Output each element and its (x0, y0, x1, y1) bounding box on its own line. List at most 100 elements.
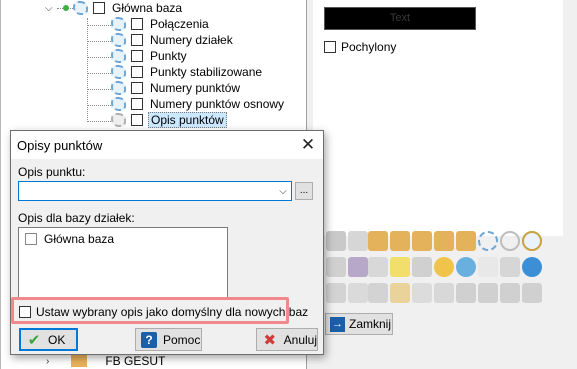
collapse-chevron-icon[interactable]: ⌵ (45, 3, 55, 14)
ok-button[interactable]: ✔ OK (19, 328, 78, 351)
tree-node-root-checkbox[interactable] (93, 2, 105, 14)
tree-node-fb-gesut[interactable]: › FB GESUT (46, 353, 165, 369)
tree-node-numery-punktow[interactable]: Numery punktów (111, 80, 242, 96)
close-icon[interactable]: ✕ (297, 134, 319, 156)
x-icon: ✖ (263, 331, 277, 349)
folder-move-icon[interactable] (434, 231, 454, 251)
tree-node-label: Numery punktów (150, 81, 241, 95)
layer-icon (111, 65, 126, 79)
point-desc-combobox[interactable]: ⌵ (18, 181, 292, 201)
cancel-button[interactable]: ✖ Anuluj (256, 328, 318, 351)
folder-icon (71, 355, 88, 367)
list-item-label: Główna baza (44, 232, 115, 246)
tree-node-checkbox[interactable] (131, 34, 143, 46)
tree-node-label: Numery działek (150, 33, 233, 47)
scissors-icon[interactable] (368, 257, 388, 277)
tree-node-numery-punktow-osnowy[interactable]: Numery punktów osnowy (111, 96, 286, 112)
help-label: Pomoc (163, 332, 201, 347)
tree-node-polaczenia[interactable]: Połączenia (111, 16, 211, 32)
exit-icon: → (330, 316, 345, 332)
help-button[interactable]: ? Pomoc (135, 328, 202, 351)
dialog-title: Opisy punktów (17, 137, 103, 153)
tree-node-label: FB GESUT (105, 354, 166, 368)
pie-chart-icon[interactable] (434, 257, 454, 277)
green-dot-icon (63, 5, 69, 11)
tree-node-punkty[interactable]: Punkty (111, 48, 189, 64)
zamknij-label: Zamknij (349, 317, 392, 331)
folder-edit-icon[interactable] (456, 231, 476, 251)
tree-node-punkty-stabilizowane[interactable]: Punkty stabilizowane (111, 64, 264, 80)
close-box-icon[interactable] (368, 283, 388, 303)
point-desc-label: Opis punktu: (18, 165, 86, 179)
upload-2-icon[interactable] (478, 283, 498, 303)
expand-chevron-icon[interactable]: › (46, 356, 49, 367)
pie-chart-2-icon[interactable] (456, 257, 476, 277)
magnifier-icon[interactable] (522, 231, 542, 251)
folder-icon[interactable] (368, 231, 388, 251)
tool-icon-grid (326, 229, 561, 307)
wrench-icon[interactable] (434, 283, 454, 303)
tree-node-opis-punktow[interactable]: Opis punktów (111, 112, 227, 128)
db-desc-label: Opis dla bazy działek: (18, 211, 135, 225)
tree-node-root[interactable]: ⌵ Główna baza (45, 0, 184, 16)
upload-3-icon[interactable] (500, 283, 520, 303)
default-checkbox-label: Ustaw wybrany opis jako domyślny dla now… (36, 305, 309, 319)
measure-icon[interactable] (326, 283, 346, 303)
browse-button[interactable]: ... (295, 182, 313, 200)
cancel-label: Anuluj (283, 332, 317, 347)
db-list: Główna baza (18, 227, 228, 305)
upload-icon[interactable] (456, 283, 476, 303)
tree-node-label: Numery punktów osnowy (150, 97, 285, 111)
line-tool-icon[interactable] (326, 231, 346, 251)
tree-node-checkbox[interactable] (131, 50, 143, 62)
grid-tool-icon[interactable] (326, 257, 346, 277)
upload-4-icon[interactable] (522, 283, 542, 303)
color-swatch-text: Text (389, 12, 411, 24)
list-item[interactable]: Główna baza (25, 232, 114, 246)
export-icon[interactable] (500, 257, 520, 277)
tree-node-checkbox[interactable] (131, 114, 143, 126)
tilt-checkbox-row[interactable]: Pochylony (324, 40, 396, 54)
opisy-punktow-dialog: Opisy punktów ✕ Opis punktu: ⌵ ... Opis … (10, 130, 324, 355)
layer-icon (73, 1, 88, 15)
layer-icon (111, 17, 126, 31)
ok-label: OK (48, 332, 66, 347)
tree-node-label: Punkty stabilizowane (150, 65, 263, 79)
clipboard-icon[interactable] (390, 283, 410, 303)
layer-icon (111, 97, 126, 111)
properties-area (313, 0, 563, 236)
text-color-swatch[interactable]: Text (324, 7, 476, 30)
default-checkbox-row[interactable]: Ustaw wybrany opis jako domyślny dla now… (19, 305, 308, 319)
tree-node-checkbox[interactable] (131, 66, 143, 78)
tree-node-label: Połączenia (150, 17, 209, 31)
tools-icon[interactable] (412, 257, 432, 277)
tree-node-checkbox[interactable] (131, 98, 143, 110)
help-bubble-icon[interactable] (522, 257, 542, 277)
layer-icon (111, 81, 126, 95)
list-item-checkbox[interactable] (25, 233, 37, 245)
point-desc-input[interactable] (19, 182, 275, 200)
zamknij-button[interactable]: → Zamknij (325, 313, 393, 335)
filter-icon[interactable] (390, 257, 410, 277)
sort-az-icon[interactable] (478, 257, 498, 277)
tree-node-numery-dzialek[interactable]: Numery działek (111, 32, 235, 48)
tree-node-label: Opis punktów (148, 112, 227, 128)
check-circle-icon[interactable] (500, 231, 520, 251)
tree-node-checkbox[interactable] (131, 18, 143, 30)
tree-node-root-label: Główna baza (112, 1, 183, 15)
dialog-titlebar[interactable]: Opisy punktów ✕ (11, 131, 323, 159)
tilt-checkbox[interactable] (324, 41, 336, 53)
chevron-down-icon[interactable]: ⌵ (275, 182, 291, 200)
layer-icon (111, 113, 126, 127)
folder-open-icon[interactable] (390, 231, 410, 251)
calculator-icon[interactable] (412, 283, 432, 303)
funnel-icon[interactable] (348, 283, 368, 303)
default-checkbox[interactable] (19, 306, 31, 318)
checkmark-icon: ✔ (27, 331, 41, 349)
lasso-icon[interactable] (478, 231, 498, 251)
delete-tool-icon[interactable] (348, 231, 368, 251)
tree-node-checkbox[interactable] (131, 82, 143, 94)
folder-image-icon[interactable] (412, 231, 432, 251)
save-icon[interactable] (348, 257, 368, 277)
question-icon: ? (141, 331, 157, 348)
